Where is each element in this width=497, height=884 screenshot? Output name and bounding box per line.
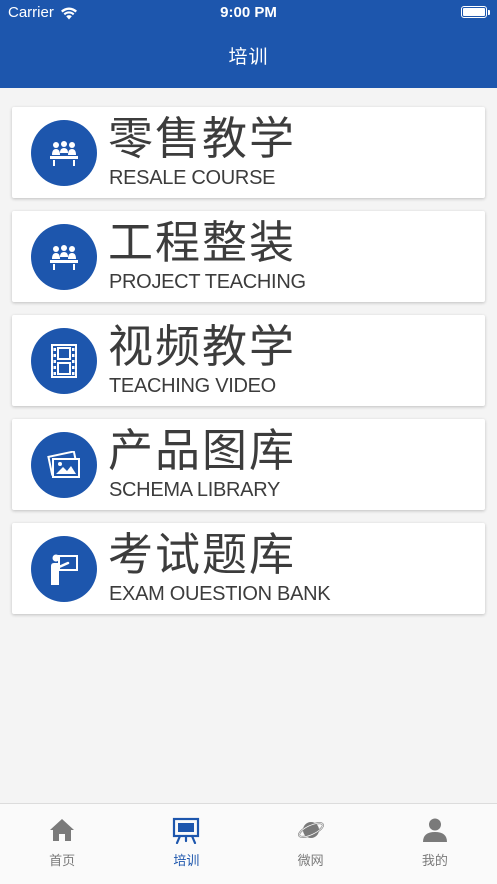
card-title: 零售教学 [108, 112, 297, 165]
card-subtitle: RESALE COURSE [109, 167, 276, 189]
meeting-icon [31, 120, 97, 186]
battery-icon [461, 6, 490, 18]
tab-bar: 首页 培训 微网 我的 [0, 803, 497, 884]
film-icon [31, 328, 97, 394]
user-icon [422, 818, 447, 842]
tab-label: 培训 [173, 854, 200, 869]
battery-fill [463, 8, 485, 16]
training-menu: 零售教学 RESALE COURSE 工程整装 PROJECT TEACHING [12, 107, 485, 627]
status-time: 9:00 PM [220, 4, 277, 21]
menu-card-project-teaching[interactable]: 工程整装 PROJECT TEACHING [12, 211, 485, 302]
tab-label: 微网 [297, 854, 324, 869]
home-icon [50, 819, 75, 841]
nav-header: Carrier 9:00 PM 培训 [0, 0, 497, 88]
tab-label: 我的 [421, 854, 448, 869]
card-title: 工程整装 [108, 216, 297, 269]
status-bar: Carrier 9:00 PM [0, 0, 497, 28]
page-title: 培训 [228, 46, 269, 68]
tab-micro-net[interactable]: 微网 [249, 804, 373, 884]
card-subtitle: SCHEMA LIBRARY [109, 479, 281, 501]
card-subtitle: TEACHING VIDEO [109, 375, 276, 397]
meeting-icon [31, 224, 97, 290]
planet-icon [297, 822, 324, 838]
card-subtitle: PROJECT TEACHING [109, 271, 306, 293]
battery-tip [488, 10, 490, 15]
gallery-icon [31, 432, 97, 498]
tab-mine[interactable]: 我的 [373, 804, 497, 884]
menu-card-resale-course[interactable]: 零售教学 RESALE COURSE [12, 107, 485, 198]
tab-home[interactable]: 首页 [0, 804, 124, 884]
menu-card-exam-question-bank[interactable]: 考试题库 EXAM OUESTION BANK [12, 523, 485, 614]
card-title: 产品图库 [108, 424, 297, 477]
card-subtitle: EXAM OUESTION BANK [109, 583, 331, 605]
presenter-icon [31, 536, 97, 602]
menu-card-schema-library[interactable]: 产品图库 SCHEMA LIBRARY [12, 419, 485, 510]
easel-icon [173, 817, 200, 844]
menu-card-teaching-video[interactable]: 视频教学 TEACHING VIDEO [12, 315, 485, 406]
card-title: 视频教学 [108, 320, 297, 373]
card-title: 考试题库 [108, 528, 297, 581]
tab-training[interactable]: 培训 [124, 804, 248, 884]
tab-label: 首页 [49, 854, 76, 869]
